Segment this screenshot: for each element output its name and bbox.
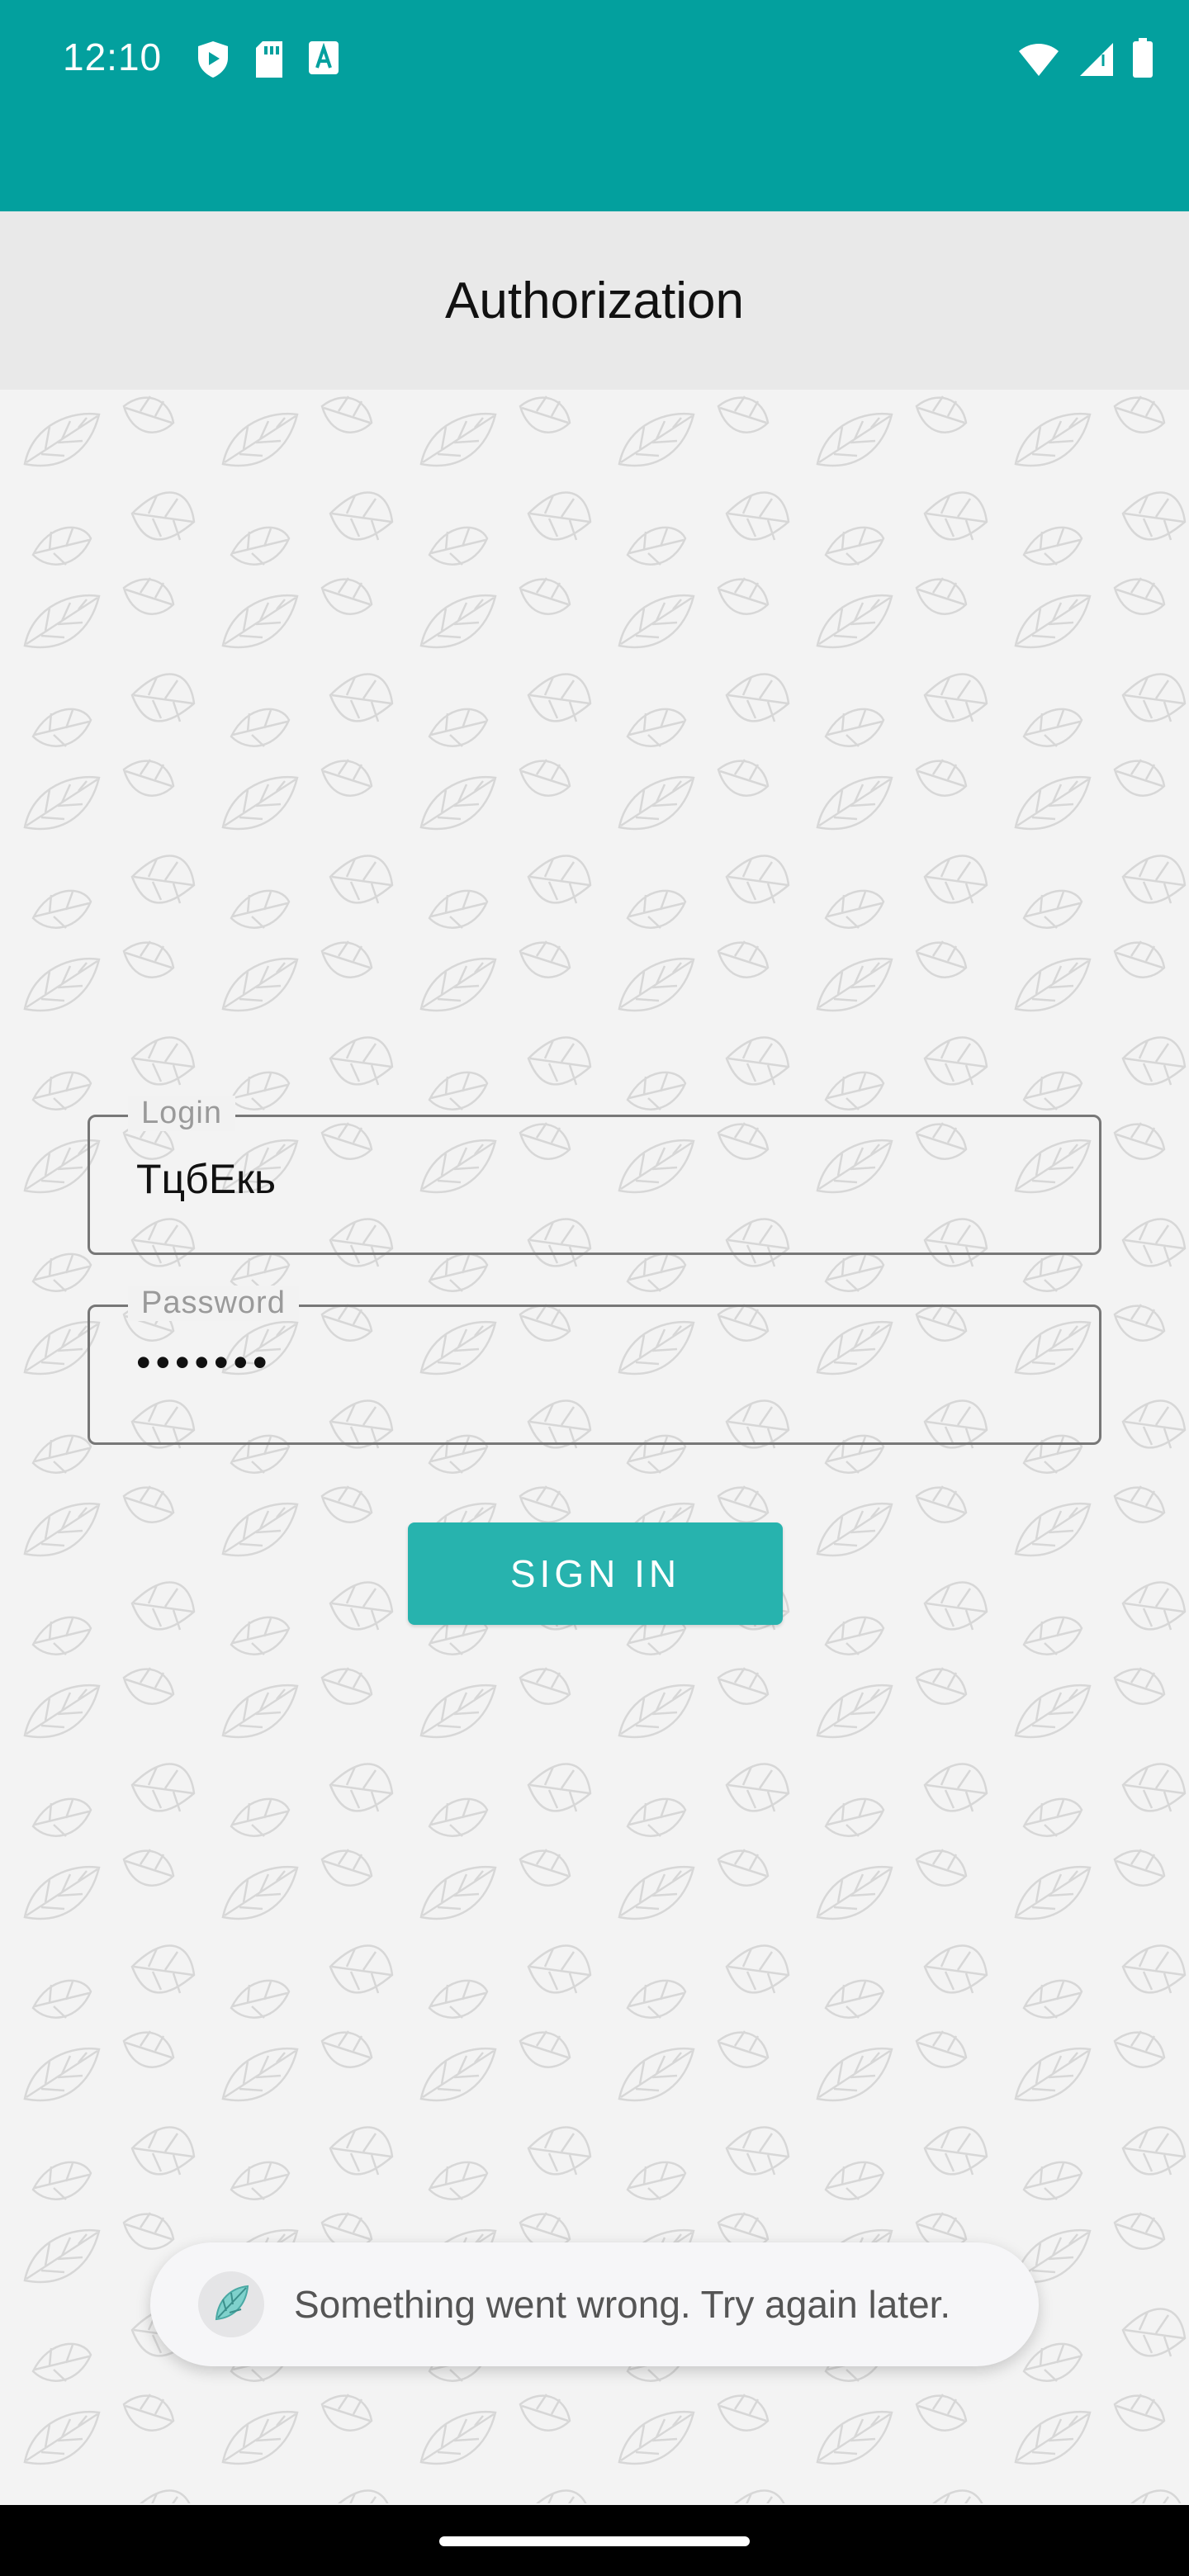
sign-in-button[interactable]: SIGN IN [408,1522,783,1625]
login-label: Login [128,1096,235,1131]
page-title: Authorization [445,272,744,329]
status-bar: 12:10 [0,0,1189,211]
error-toast: Something went wrong. Try again later. [150,2242,1039,2366]
battery-icon [1131,38,1154,82]
wifi-icon [1017,41,1060,82]
app-toolbar: Authorization [0,211,1189,390]
login-field[interactable]: Login ТцбЕкь [88,1096,1101,1255]
password-field[interactable]: Password ••••••• [88,1286,1101,1445]
password-label: Password [128,1286,299,1321]
app-leaf-icon [198,2271,264,2337]
font-icon [307,40,340,83]
signal-icon [1077,41,1115,82]
home-gesture-handle[interactable] [439,2536,750,2546]
shield-play-icon [195,40,231,83]
leaf-background-pattern [0,390,1189,2503]
sd-card-icon [253,40,286,83]
toast-message: Something went wrong. Try again later. [294,2283,951,2326]
password-input-value[interactable]: ••••••• [136,1338,272,1386]
login-input-value[interactable]: ТцбЕкь [136,1155,276,1203]
status-icons-left [195,40,340,83]
navigation-bar [0,2505,1189,2576]
status-time: 12:10 [63,36,163,78]
status-icons-right [1017,38,1154,82]
